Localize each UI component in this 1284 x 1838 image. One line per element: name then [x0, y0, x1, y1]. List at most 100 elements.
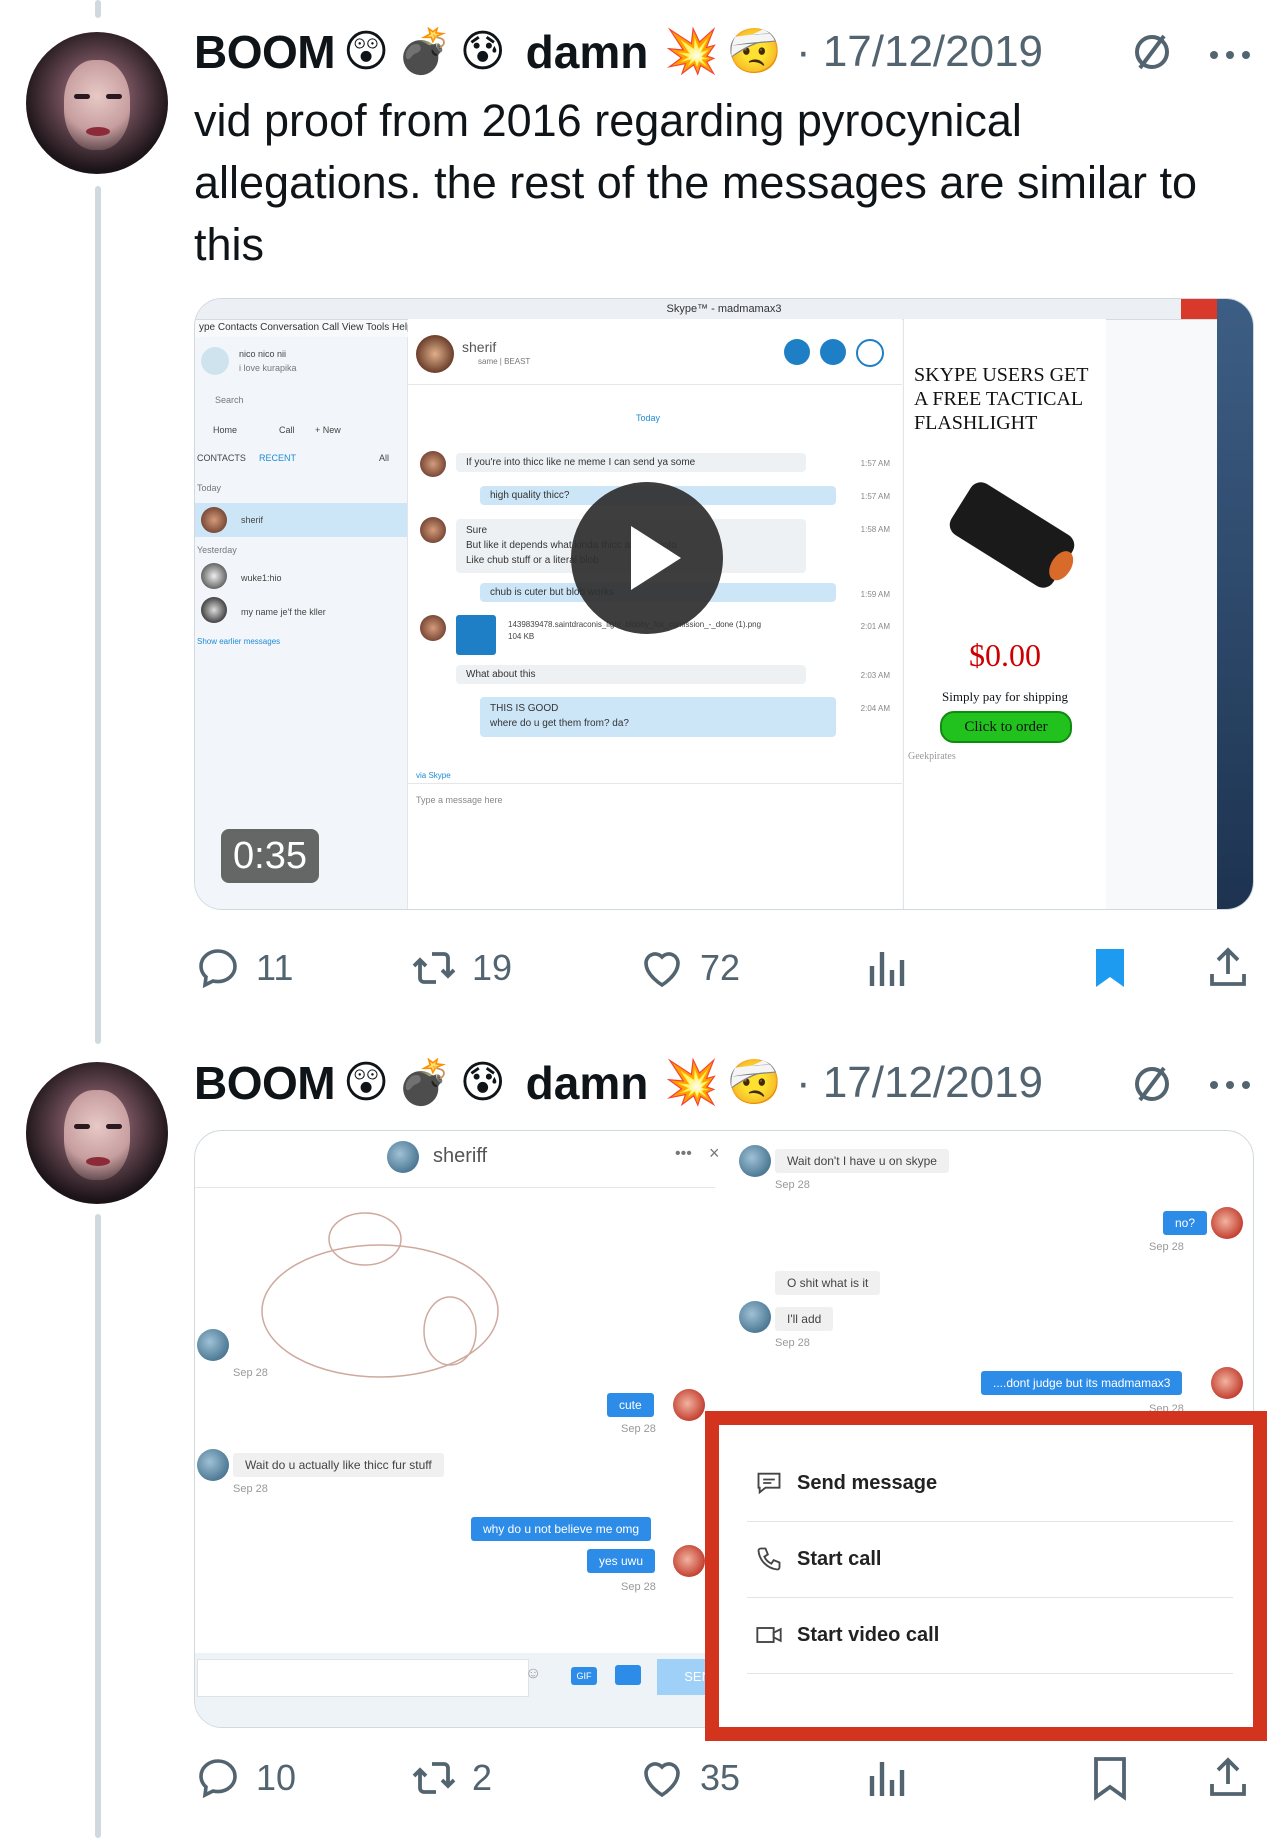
compose-area: ☺ GIF SEN: [195, 1653, 715, 1727]
message: What about this: [456, 665, 806, 684]
message: O shit what is it: [775, 1271, 881, 1295]
views-icon: [869, 1762, 905, 1796]
avatar[interactable]: [26, 1062, 168, 1204]
tweet-header: BOOM 😲 💣 😰 damn 💥 🤕 · 17/12/2019: [194, 22, 1043, 82]
chat-avatar: [416, 335, 454, 373]
reply-count: 10: [256, 1757, 297, 1798]
views-button[interactable]: [864, 938, 912, 998]
user-avatar: [673, 1545, 705, 1577]
message: cute: [607, 1393, 654, 1417]
message-time: 2:04 AM: [860, 704, 890, 713]
menu-label: Start call: [797, 1547, 882, 1570]
contact-avatar: [739, 1301, 771, 1333]
bookmark-button[interactable]: [1086, 1748, 1134, 1808]
reply-icon: [199, 949, 237, 989]
retweet-button[interactable]: 19: [410, 938, 512, 998]
message-time: 2:03 AM: [860, 671, 890, 680]
filter-all: All: [379, 453, 390, 463]
profile-name: nico nico nii: [239, 349, 287, 359]
emoji-astonished: 😲: [343, 26, 389, 77]
message-time: Sep 28: [621, 1581, 656, 1593]
contact-name: sherif: [241, 515, 264, 525]
sticker-drawing: [261, 1212, 499, 1378]
chat-avatar: [387, 1141, 419, 1173]
heart-icon: [644, 1762, 680, 1798]
tweet-actions: 11 19 72: [194, 938, 1264, 998]
share-icon: [1210, 947, 1246, 986]
profile-status: i love kurapika: [239, 363, 297, 373]
no-verify-icon: [1135, 34, 1169, 70]
more-icon[interactable]: [1208, 1078, 1252, 1092]
message: If you're into thicc like ne meme I can …: [456, 453, 806, 472]
bookmark-button[interactable]: [1086, 938, 1134, 998]
message-time: 2:01 AM: [860, 622, 890, 631]
tweet-header: BOOM 😲 💣 😰 damn 💥 🤕 · 17/12/2019: [194, 1053, 1043, 1113]
bookmark-icon: [1096, 949, 1124, 987]
views-button[interactable]: [864, 1748, 912, 1808]
chat-name: sheriff: [433, 1145, 488, 1167]
bookmark-icon: [1094, 1757, 1126, 1801]
message-time: 1:57 AM: [860, 492, 890, 501]
views-icon: [869, 952, 905, 986]
reply-button[interactable]: 11: [194, 938, 293, 998]
nav-call: Call: [279, 425, 295, 435]
share-button[interactable]: [1204, 1748, 1252, 1808]
reply-icon: [199, 1759, 237, 1799]
ad-cta-button: Click to order: [940, 711, 1072, 743]
message: Wait do u actually like thicc fur stuff: [233, 1453, 444, 1477]
author-name-suffix[interactable]: damn: [526, 1056, 649, 1110]
emoji-collision: 💥: [664, 26, 720, 77]
emoji-collision: 💥: [664, 1057, 720, 1108]
close-icon: ×: [709, 1143, 720, 1163]
reply-button[interactable]: 10: [194, 1748, 296, 1808]
emoji-icon: ☺: [525, 1665, 542, 1682]
tweet-date[interactable]: · 17/12/2019: [796, 27, 1043, 77]
group-yesterday: Yesterday: [197, 545, 237, 555]
start-call-menu-item[interactable]: Start call: [747, 1521, 1233, 1598]
search-label: Search: [215, 395, 244, 405]
skype-sidebar: nico nico nii i love kurapika Search Hom…: [195, 337, 408, 909]
chat-name: sherif: [462, 339, 497, 355]
retweet-button[interactable]: 2: [410, 1748, 492, 1808]
menu-label: Send message: [797, 1471, 938, 1494]
like-button[interactable]: 72: [638, 938, 740, 998]
tab-recent: RECENT: [259, 453, 297, 463]
message-time: Sep 28: [1149, 1241, 1184, 1253]
message: I'll add: [775, 1307, 834, 1331]
message-time: Sep 28: [775, 1179, 810, 1191]
reply-count: 11: [256, 947, 294, 988]
author-name[interactable]: BOOM: [194, 25, 336, 79]
author-name[interactable]: BOOM: [194, 1056, 336, 1110]
like-count: 72: [700, 947, 741, 988]
message-time: Sep 28: [775, 1337, 810, 1349]
show-earlier-link: Show earlier messages: [197, 637, 281, 646]
message-time: Sep 28: [233, 1483, 268, 1495]
profile-avatar: [201, 347, 229, 375]
window-close-button: [1181, 299, 1217, 319]
contact-name: my name je'f the kller: [241, 607, 326, 617]
like-button[interactable]: 35: [638, 1748, 740, 1808]
message: why do u not believe me omg: [471, 1517, 652, 1541]
contact-name: wuke1:hio: [241, 573, 282, 583]
video-player[interactable]: Skype™ - madmamax3 ype Contacts Conversa…: [194, 298, 1254, 910]
skype-title-bar: Skype™ - madmamax3: [195, 299, 1253, 320]
flashlight-image: [945, 477, 1079, 593]
thread-line-1: [95, 186, 101, 1044]
retweet-count: 2: [472, 1757, 493, 1798]
camera-icon: [615, 1665, 641, 1685]
video-call-icon: [784, 339, 810, 365]
emoji-bomb: 💣: [396, 26, 452, 77]
play-icon[interactable]: [571, 482, 723, 634]
avatar[interactable]: [26, 32, 168, 174]
thread-line-top: [95, 0, 101, 18]
message-icon: [757, 1472, 781, 1495]
user-avatar: [1211, 1207, 1243, 1239]
user-avatar: [673, 1389, 705, 1421]
start-video-call-menu-item[interactable]: Start video call: [747, 1597, 1233, 1674]
author-name-suffix[interactable]: damn: [526, 25, 649, 79]
via-skype: via Skype: [416, 771, 451, 780]
tweet-date[interactable]: · 17/12/2019: [796, 1058, 1043, 1108]
share-button[interactable]: [1204, 938, 1252, 998]
send-message-menu-item[interactable]: Send message: [747, 1445, 1233, 1522]
more-icon[interactable]: [1208, 48, 1252, 62]
